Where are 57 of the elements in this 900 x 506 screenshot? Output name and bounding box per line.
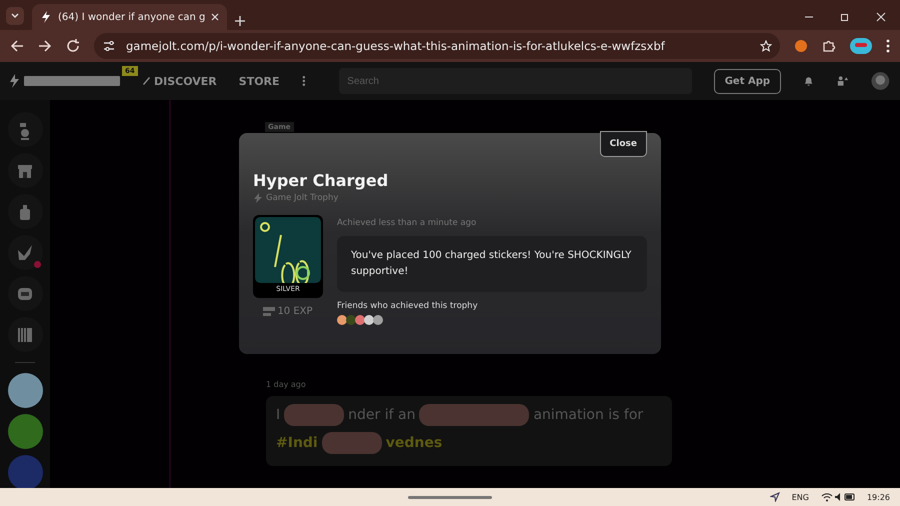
chevron-down-icon (11, 13, 19, 19)
restore-icon[interactable] (840, 12, 850, 22)
hashtag-text: vednes (386, 435, 442, 451)
sidebar-button[interactable] (8, 317, 42, 352)
post-text: I (276, 407, 280, 423)
language-indicator[interactable]: ENG (792, 492, 809, 502)
achieved-time: Achieved less than a minute ago (337, 218, 478, 228)
sidebar-button[interactable] (8, 194, 42, 229)
trophy-art-drawing (255, 217, 321, 283)
friends-label: Friends who achieved this trophy (337, 301, 479, 311)
more-icon[interactable] (302, 75, 306, 87)
nav-link[interactable]: STORE (238, 74, 280, 88)
trophy-title: Hyper Charged (253, 171, 390, 190)
sticker-drawing (284, 404, 344, 426)
community-avatar[interactable] (8, 455, 42, 490)
user-avatar[interactable] (871, 71, 890, 91)
exp-icon (263, 307, 276, 316)
location-icon[interactable] (770, 492, 780, 502)
site-settings-icon[interactable] (102, 39, 116, 53)
close-icon[interactable] (211, 13, 220, 21)
trophy-description: You've placed 100 charged stickers! You're SHOCKINGLY supportive! (337, 236, 647, 292)
reload-icon[interactable] (66, 39, 80, 53)
star-icon[interactable] (760, 40, 772, 52)
browser-tab[interactable]: (64) I wonder if anyone can g (32, 4, 228, 30)
search-field[interactable]: Search (339, 68, 692, 94)
nav-link[interactable]: DISCOVER (142, 74, 217, 88)
address-bar[interactable]: gamejolt.com/p/i-wonder-if-anyone-can-guess-what-this-animation-is-for-atlukelcs-e-wwfzsxbf (94, 33, 780, 59)
puzzle-icon[interactable] (822, 39, 836, 53)
bolt-icon (253, 193, 263, 203)
close-icon[interactable] (876, 12, 886, 22)
site-logo[interactable] (10, 74, 120, 88)
post-text: animation is for (533, 407, 644, 423)
exp-amount: 10 EXP (277, 306, 313, 317)
extension-icon[interactable] (794, 39, 808, 53)
menu-icon[interactable] (886, 39, 890, 53)
sidebar-button[interactable] (8, 112, 42, 147)
new-tab-icon[interactable] (235, 16, 246, 26)
hashtag-text: #Indi (276, 435, 318, 451)
get-app-button[interactable]: Get App (714, 68, 782, 94)
sidebar-button[interactable] (8, 276, 42, 311)
forward-icon[interactable] (38, 39, 52, 53)
system-tray-icons-drawing[interactable] (820, 492, 855, 502)
profile-avatar[interactable] (850, 38, 872, 54)
sidebar-button[interactable] (8, 235, 42, 270)
sticker-drawing (322, 432, 382, 454)
bolt-icon (40, 11, 52, 23)
close-button[interactable]: Close (600, 131, 647, 157)
post-text: nder if an (348, 407, 416, 423)
post-time: 1 day ago (266, 380, 306, 389)
trophy-source: Game Jolt Trophy (266, 193, 338, 203)
community-avatar[interactable] (8, 373, 42, 408)
clock: 19:26 (866, 492, 890, 502)
taskbar-handle[interactable] (408, 496, 492, 498)
back-icon[interactable] (10, 39, 24, 53)
bell-icon[interactable] (803, 75, 814, 87)
sidebar-button[interactable] (8, 153, 42, 188)
tab-list-button[interactable] (6, 7, 24, 25)
